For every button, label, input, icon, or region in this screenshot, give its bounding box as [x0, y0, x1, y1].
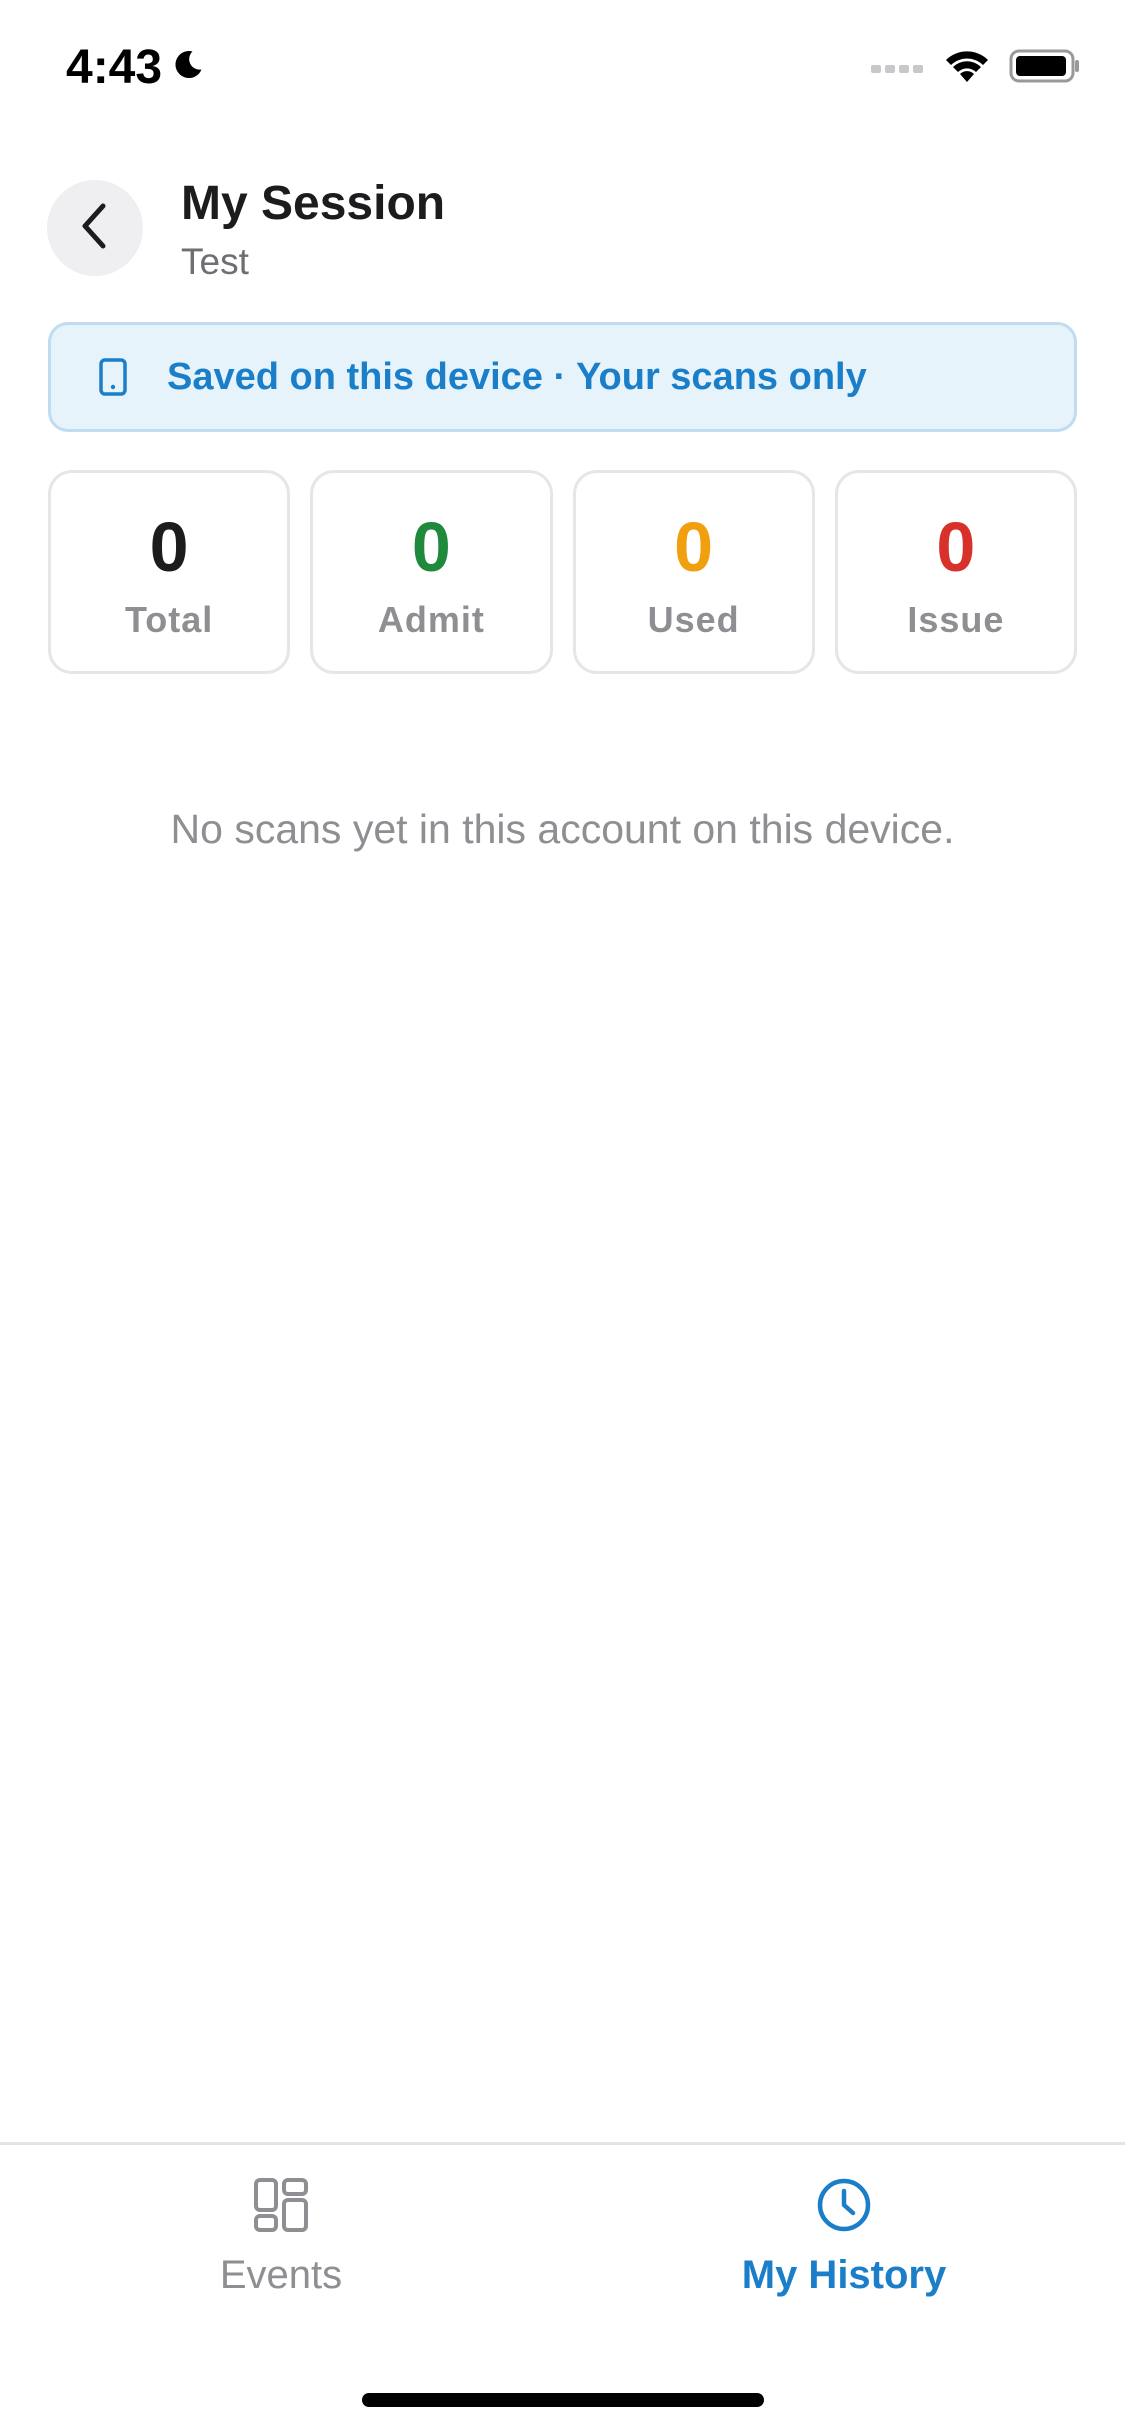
device-storage-banner: Saved on this device · Your scans only — [48, 322, 1077, 432]
tab-bar: Events My History — [0, 2142, 1125, 2436]
stat-card-admit: 0 Admit — [310, 470, 553, 674]
screen: 4:43 My Session Test Saved on this devic… — [0, 0, 1125, 2436]
back-button[interactable] — [47, 180, 143, 276]
stat-label-used: Used — [647, 599, 740, 640]
wifi-icon — [943, 48, 991, 89]
home-indicator — [362, 2393, 764, 2407]
grid-icon — [251, 2175, 311, 2235]
moon-icon — [170, 40, 206, 95]
status-bar: 4:43 — [0, 0, 1125, 140]
empty-state-text: No scans yet in this account on this dev… — [170, 806, 955, 852]
stat-label-total: Total — [124, 599, 214, 640]
status-time-label: 4:43 — [66, 41, 163, 94]
stat-card-used: 0 Used — [572, 470, 815, 674]
stat-label-admit: Admit — [377, 599, 485, 640]
status-icons — [871, 48, 1081, 89]
banner-text: Saved on this device · Your scans only — [167, 355, 867, 398]
phone-icon — [93, 357, 133, 397]
stat-card-total: 0 Total — [48, 470, 291, 674]
stats-row: 0 Total 0 Admit 0 Used 0 Issue — [48, 470, 1077, 674]
tab-my-history-label: My History — [741, 2253, 947, 2297]
page-subtitle: Test — [181, 241, 249, 282]
clock-icon — [814, 2175, 874, 2235]
stat-value-used: 0 — [674, 508, 714, 586]
stat-value-issue: 0 — [936, 508, 976, 586]
stat-value-total: 0 — [149, 508, 189, 586]
page-title: My Session — [181, 177, 446, 230]
cellular-signal-icon — [871, 60, 925, 78]
stat-card-issue: 0 Issue — [834, 470, 1077, 674]
chevron-left-icon — [75, 200, 115, 257]
battery-icon — [1009, 48, 1081, 89]
status-time: 4:43 — [66, 40, 206, 95]
header: My Session Test — [47, 176, 1078, 286]
tab-events-label: Events — [219, 2253, 343, 2297]
stat-value-admit: 0 — [411, 508, 451, 586]
stat-label-issue: Issue — [907, 599, 1005, 640]
tab-my-history[interactable]: My History — [563, 2175, 1125, 2298]
tab-events[interactable]: Events — [0, 2175, 562, 2298]
